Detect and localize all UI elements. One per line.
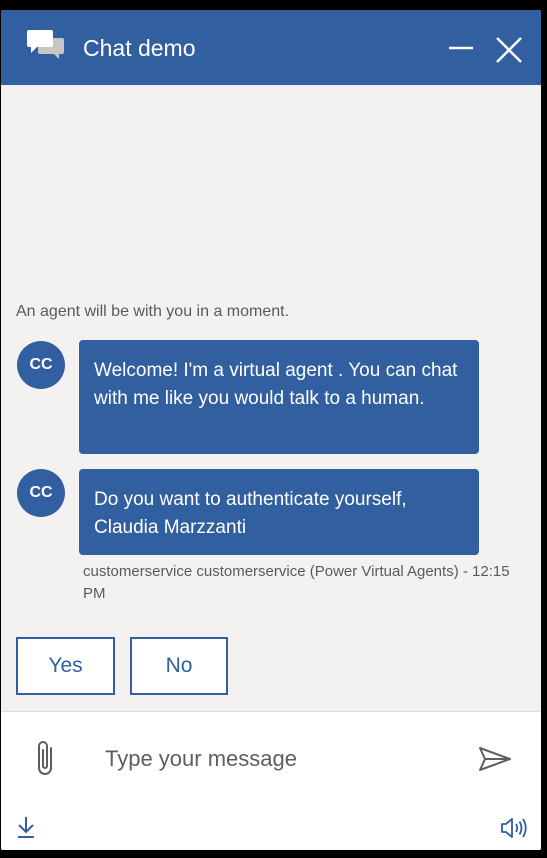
bot-message-bubble: Welcome! I'm a virtual agent . You can c… [79, 340, 479, 454]
download-icon [18, 817, 34, 838]
message-input[interactable] [105, 742, 445, 776]
send-icon [479, 747, 511, 771]
chat-transcript[interactable]: An agent will be with you in a moment. C… [1, 85, 541, 711]
bot-avatar: CC [17, 469, 65, 517]
message-timestamp: customerservice customerservice (Power V… [83, 563, 510, 602]
suggested-action-no[interactable]: No [130, 637, 228, 695]
download-button[interactable] [15, 815, 37, 839]
system-message: An agent will be with you in a moment. [16, 303, 290, 320]
attach-button[interactable] [34, 739, 58, 779]
chat-header: Chat demo [1, 10, 541, 85]
minimize-icon [449, 46, 473, 50]
paperclip-icon [38, 741, 52, 775]
bot-message-bubble: Do you want to authenticate yourself, Cl… [79, 469, 479, 555]
chat-title: Chat demo [83, 35, 196, 61]
bot-avatar: CC [17, 341, 65, 389]
send-button[interactable] [478, 745, 512, 773]
close-icon [496, 37, 522, 63]
sendbox [1, 712, 541, 850]
suggested-action-yes[interactable]: Yes [16, 637, 115, 695]
chat-window: Chat demo An agent will be with you in a… [1, 10, 541, 850]
close-button[interactable] [493, 34, 525, 66]
chat-icon [26, 28, 66, 64]
minimize-button[interactable] [445, 34, 477, 62]
speaker-button[interactable] [500, 817, 528, 839]
speaker-icon [501, 818, 527, 838]
